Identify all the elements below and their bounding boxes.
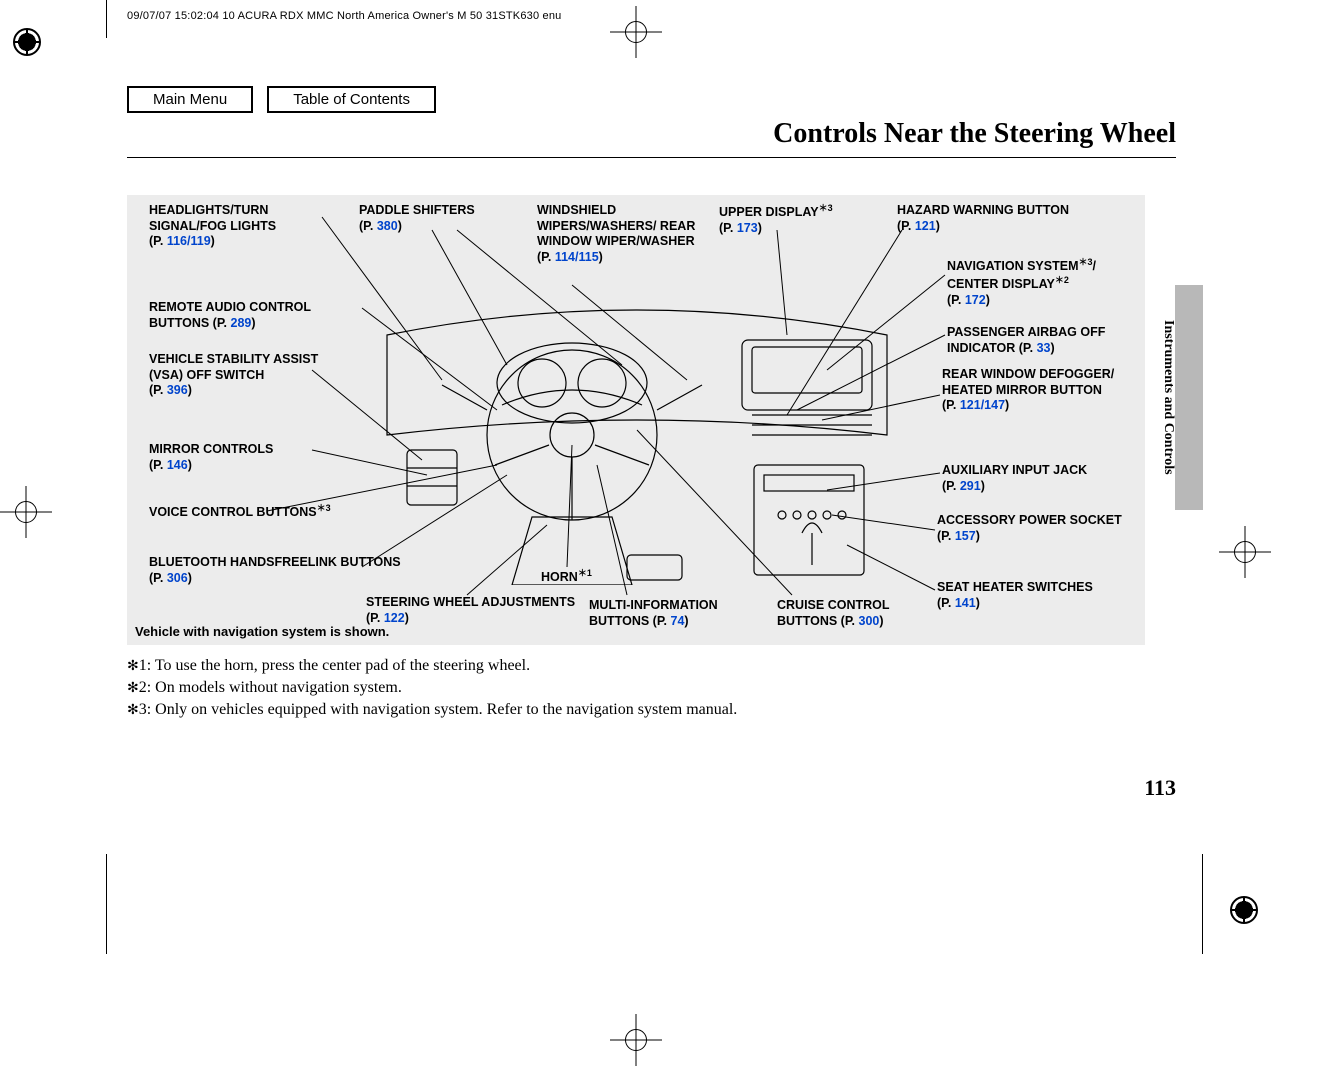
footnote-star-icon: ✻ [127,659,139,674]
crop-tick-bottom-right-icon [1202,854,1203,954]
crop-mark-bottom-center-icon [616,1020,656,1060]
footnote-2: 2: On models without navigation system. [139,679,402,696]
footnotes: ✻1: To use the horn, press the center pa… [127,655,737,721]
leader-lines-icon [127,195,1145,645]
section-tab-label: Instruments and Controls [1160,320,1176,475]
main-menu-button[interactable]: Main Menu [127,86,253,113]
title-divider [127,157,1176,158]
crop-mark-left-center-icon [6,492,46,532]
print-header-meta: 09/07/07 15:02:04 10 ACURA RDX MMC North… [127,10,562,22]
table-of-contents-button[interactable]: Table of Contents [267,86,436,113]
page-title: Controls Near the Steering Wheel [773,118,1176,150]
footnote-3: 3: Only on vehicles equipped with naviga… [139,701,738,718]
footnote-star-icon: ✻ [127,703,139,718]
dashboard-diagram: HEADLIGHTS/TURN SIGNAL/FOG LIGHTS (P. 11… [127,195,1145,645]
diagram-caption: Vehicle with navigation system is shown. [135,624,389,639]
registration-mark-bottom-right-icon [1230,896,1258,924]
crop-mark-top-center-icon [616,12,656,52]
footnote-star-icon: ✻ [127,681,139,696]
registration-mark-top-left-icon [13,28,41,56]
section-tab [1175,285,1203,510]
page-number: 113 [1144,775,1176,801]
crop-tick-bottom-left-icon [106,854,107,954]
crop-tick-top-left-icon [106,0,107,38]
crop-mark-right-center-icon [1225,532,1265,572]
footnote-1: 1: To use the horn, press the center pad… [139,657,530,674]
